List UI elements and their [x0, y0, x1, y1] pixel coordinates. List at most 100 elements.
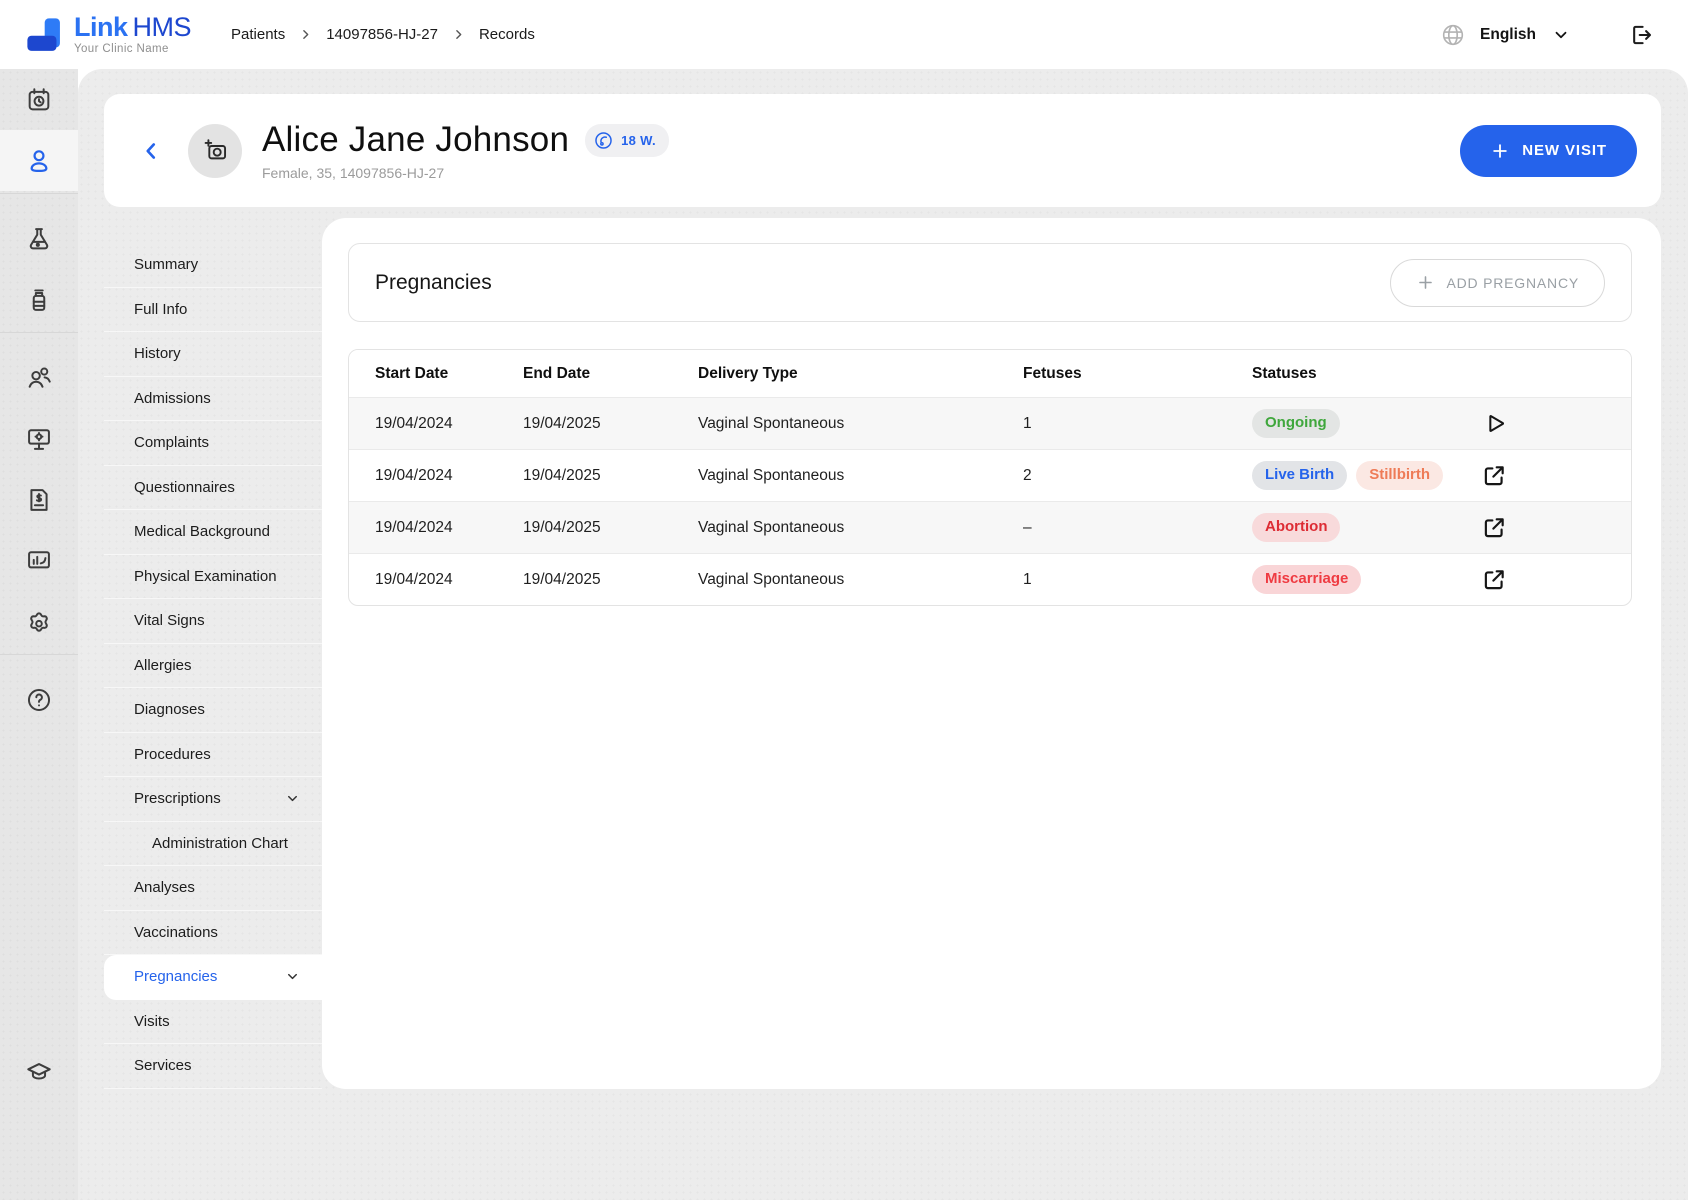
nav-item-summary[interactable]: Summary	[104, 243, 322, 288]
nav-label: Analyses	[134, 879, 195, 896]
nav-item-visits[interactable]: Visits	[104, 1000, 322, 1045]
table-row[interactable]: 19/04/2024 19/04/2025 Vaginal Spontaneou…	[349, 553, 1631, 605]
cell-end-date: 19/04/2025	[523, 571, 698, 589]
nav-item-prescriptions[interactable]: Prescriptions	[104, 777, 322, 822]
add-pregnancy-button[interactable]: ADD PREGNANCY	[1390, 259, 1605, 307]
rail-settings-icon[interactable]	[0, 591, 78, 652]
nav-item-procedures[interactable]: Procedures	[104, 733, 322, 778]
top-bar: LinkHMS Your Clinic Name Patients 140978…	[0, 0, 1688, 69]
open-record-icon	[1481, 515, 1507, 541]
nav-label: Vital Signs	[134, 612, 205, 629]
status-badge: Stillbirth	[1356, 461, 1443, 490]
cell-start-date: 19/04/2024	[375, 467, 523, 485]
nav-item-complaints[interactable]: Complaints	[104, 421, 322, 466]
rail-pharmacy-icon[interactable]	[0, 269, 78, 330]
cell-end-date: 19/04/2025	[523, 467, 698, 485]
rail-lab-icon[interactable]	[0, 208, 78, 269]
play-pregnancy-button[interactable]	[1481, 410, 1508, 437]
nav-label: Physical Examination	[134, 568, 277, 585]
records-section: Summary Full Info History Admissions Com…	[104, 218, 1661, 1089]
breadcrumb-patients[interactable]: Patients	[231, 26, 285, 43]
nav-label: Summary	[134, 256, 198, 273]
nav-item-administration-chart[interactable]: Administration Chart	[104, 822, 322, 867]
nav-item-admissions[interactable]: Admissions	[104, 377, 322, 422]
rail-patients-icon[interactable]	[0, 130, 78, 191]
logout-icon[interactable]	[1628, 22, 1654, 48]
cell-fetuses: –	[1023, 519, 1252, 537]
nav-label: Prescriptions	[134, 790, 221, 807]
nav-label: Medical Background	[134, 523, 270, 540]
open-pregnancy-button[interactable]	[1481, 567, 1507, 593]
new-visit-button[interactable]: NEW VISIT	[1460, 125, 1637, 177]
cell-fetuses: 1	[1023, 415, 1252, 433]
play-icon	[1481, 410, 1508, 437]
status-badge: Abortion	[1252, 513, 1340, 542]
globe-icon	[1440, 22, 1466, 48]
cell-start-date: 19/04/2024	[375, 571, 523, 589]
status-badge: Live Birth	[1252, 461, 1347, 490]
rail-help-icon[interactable]	[0, 669, 78, 730]
rail-calendar-schedule-icon[interactable]	[0, 69, 78, 130]
open-pregnancy-button[interactable]	[1481, 463, 1507, 489]
rail-workstation-icon[interactable]	[0, 408, 78, 469]
nav-label: Allergies	[134, 657, 192, 674]
table-row[interactable]: 19/04/2024 19/04/2025 Vaginal Spontaneou…	[349, 449, 1631, 501]
back-icon[interactable]	[138, 138, 164, 164]
nav-item-vaccinations[interactable]: Vaccinations	[104, 911, 322, 956]
status-badge: Ongoing	[1252, 409, 1340, 438]
cell-start-date: 19/04/2024	[375, 415, 523, 433]
app-logo: LinkHMS Your Clinic Name	[26, 14, 191, 56]
plus-icon	[1490, 141, 1510, 161]
rail-billing-icon[interactable]	[0, 469, 78, 530]
logo-brand-secondary: HMS	[133, 12, 192, 42]
rail-reports-icon[interactable]	[0, 530, 78, 591]
language-selector[interactable]: English	[1480, 26, 1570, 44]
table-row[interactable]: 19/04/2024 19/04/2025 Vaginal Spontaneou…	[349, 501, 1631, 553]
nav-item-vital-signs[interactable]: Vital Signs	[104, 599, 322, 644]
nav-label: History	[134, 345, 181, 362]
rail-divider	[0, 332, 78, 333]
avatar[interactable]	[188, 124, 242, 178]
nav-item-history[interactable]: History	[104, 332, 322, 377]
rail-divider	[0, 654, 78, 655]
records-nav: Summary Full Info History Admissions Com…	[104, 218, 322, 1089]
nav-item-diagnoses[interactable]: Diagnoses	[104, 688, 322, 733]
records-content-panel: Pregnancies ADD PREGNANCY Start Date End…	[322, 218, 1661, 1089]
camera-add-icon	[202, 137, 229, 164]
pregnancies-table: Start Date End Date Delivery Type Fetuse…	[348, 349, 1632, 606]
logo-brand-primary: Link	[74, 12, 128, 42]
col-statuses: Statuses	[1252, 365, 1481, 383]
nav-label: Questionnaires	[134, 479, 235, 496]
patient-details: Female, 35, 14097856-HJ-27	[262, 165, 669, 181]
nav-item-physical-examination[interactable]: Physical Examination	[104, 555, 322, 600]
cell-end-date: 19/04/2025	[523, 519, 698, 537]
nav-label: Full Info	[134, 301, 187, 318]
section-title: Pregnancies	[375, 271, 492, 295]
rail-staff-icon[interactable]	[0, 347, 78, 408]
open-record-icon	[1481, 463, 1507, 489]
nav-item-analyses[interactable]: Analyses	[104, 866, 322, 911]
nav-label: Administration Chart	[152, 835, 288, 852]
nav-item-pregnancies[interactable]: Pregnancies	[104, 955, 322, 1000]
patient-name: Alice Jane Johnson	[262, 120, 569, 160]
table-row[interactable]: 19/04/2024 19/04/2025 Vaginal Spontaneou…	[349, 397, 1631, 449]
nav-item-questionnaires[interactable]: Questionnaires	[104, 466, 322, 511]
col-end-date: End Date	[523, 365, 698, 383]
nav-item-full-info[interactable]: Full Info	[104, 288, 322, 333]
cell-fetuses: 2	[1023, 467, 1252, 485]
cell-delivery-type: Vaginal Spontaneous	[698, 415, 1023, 433]
page-body: Alice Jane Johnson 18 W. Female, 35, 140…	[78, 69, 1688, 1200]
open-record-icon	[1481, 567, 1507, 593]
cell-end-date: 19/04/2025	[523, 415, 698, 433]
nav-item-medical-background[interactable]: Medical Background	[104, 510, 322, 555]
module-rail	[0, 69, 78, 1200]
nav-label: Services	[134, 1057, 192, 1074]
nav-item-services[interactable]: Services	[104, 1044, 322, 1089]
breadcrumb-patient-id[interactable]: 14097856-HJ-27	[326, 26, 438, 43]
cell-delivery-type: Vaginal Spontaneous	[698, 571, 1023, 589]
open-pregnancy-button[interactable]	[1481, 515, 1507, 541]
nav-item-allergies[interactable]: Allergies	[104, 644, 322, 689]
new-visit-label: NEW VISIT	[1522, 142, 1607, 159]
chevron-right-icon	[299, 28, 312, 41]
rail-education-icon[interactable]	[0, 1041, 78, 1102]
